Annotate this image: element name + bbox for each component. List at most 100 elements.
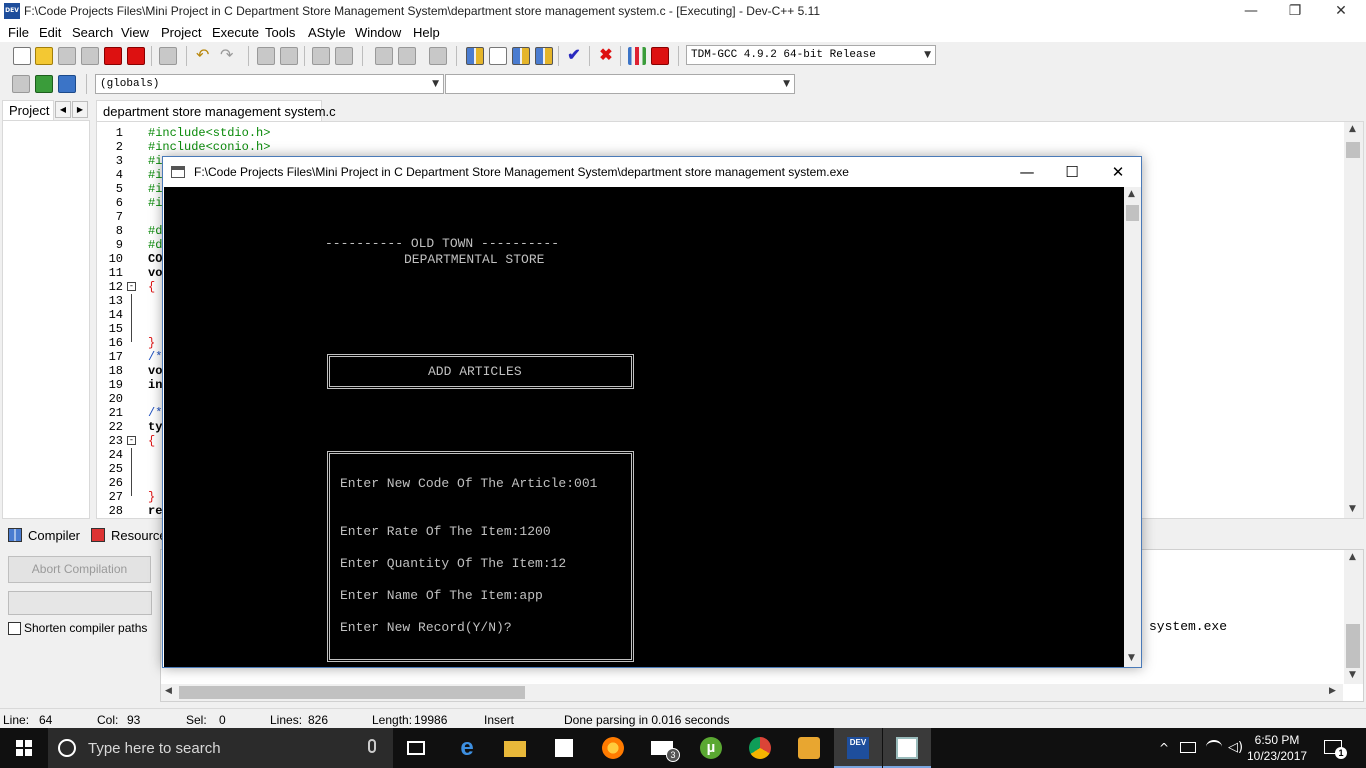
- find-icon[interactable]: [257, 47, 275, 65]
- console-window[interactable]: F:\Code Projects Files\Mini Project in C…: [162, 156, 1142, 668]
- save-all-icon[interactable]: [81, 47, 99, 65]
- goto-declaration-icon[interactable]: [35, 75, 53, 93]
- menu-tools[interactable]: Tools: [265, 25, 295, 40]
- chevron-right-icon[interactable]: ▶: [1329, 686, 1336, 696]
- delete-profile-icon[interactable]: [651, 47, 669, 65]
- editor-vertical-scrollbar[interactable]: ▲ ▼: [1344, 122, 1363, 518]
- scrollbar-thumb[interactable]: [1346, 142, 1360, 158]
- toggle-comment-icon[interactable]: [429, 47, 447, 65]
- syntax-check-icon[interactable]: ✔: [565, 47, 583, 65]
- system-clock[interactable]: 6:50 PM 10/23/2017: [1247, 732, 1307, 764]
- goto-line-icon[interactable]: [312, 47, 330, 65]
- chevron-right-icon[interactable]: ▶: [72, 101, 88, 118]
- taskbar-media-player[interactable]: [785, 728, 833, 768]
- fold-toggle-icon[interactable]: -: [127, 436, 136, 445]
- fold-toggle-icon[interactable]: -: [127, 282, 136, 291]
- taskbar-firefox[interactable]: [589, 728, 637, 768]
- compile-icon[interactable]: [466, 47, 484, 65]
- taskbar-edge[interactable]: e: [443, 728, 491, 768]
- menu-file[interactable]: File: [8, 25, 29, 40]
- console-close-button[interactable]: ✕: [1095, 157, 1141, 187]
- task-view-button[interactable]: [394, 728, 442, 768]
- taskbar-mail[interactable]: 3: [638, 728, 686, 768]
- profile-icon[interactable]: [628, 47, 646, 65]
- close-file-icon[interactable]: [104, 47, 122, 65]
- project-tree[interactable]: [2, 120, 90, 519]
- menu-view[interactable]: View: [121, 25, 149, 40]
- bookmark-icon[interactable]: [335, 47, 353, 65]
- taskbar-search[interactable]: Type here to search: [48, 728, 393, 768]
- chevron-left-icon[interactable]: ◀: [55, 101, 71, 118]
- close-all-icon[interactable]: [127, 47, 145, 65]
- redo-icon[interactable]: ↷: [220, 47, 238, 65]
- log-vertical-scrollbar[interactable]: ▲ ▼: [1344, 550, 1363, 684]
- scope-select[interactable]: (globals) ▼: [95, 74, 444, 94]
- scrollbar-thumb[interactable]: [1346, 624, 1360, 668]
- microphone-icon[interactable]: [368, 739, 376, 753]
- minimize-button[interactable]: —: [1228, 0, 1274, 22]
- prompt-article-code: Enter New Code Of The Article:001: [340, 476, 598, 491]
- menu-execute[interactable]: Execute: [212, 25, 259, 40]
- log-horizontal-scrollbar[interactable]: ◀ ▶: [161, 684, 1343, 701]
- rebuild-all-icon[interactable]: [535, 47, 553, 65]
- indent-icon[interactable]: [375, 47, 393, 65]
- line-number: 10: [108, 252, 123, 266]
- close-button[interactable]: ✕: [1318, 0, 1364, 22]
- volume-icon[interactable]: ◁): [1228, 728, 1243, 768]
- tray-overflow-icon[interactable]: ^: [1156, 728, 1172, 768]
- taskbar-console[interactable]: [883, 728, 931, 768]
- action-center-icon[interactable]: 1: [1324, 740, 1347, 759]
- taskbar-chrome[interactable]: [736, 728, 784, 768]
- goto-definition-icon[interactable]: [58, 75, 76, 93]
- menu-project[interactable]: Project: [161, 25, 201, 40]
- save-icon[interactable]: [58, 47, 76, 65]
- taskbar-file-explorer[interactable]: [491, 728, 539, 768]
- chevron-left-icon[interactable]: ◀: [165, 686, 172, 696]
- unindent-icon[interactable]: [398, 47, 416, 65]
- menu-help[interactable]: Help: [413, 25, 440, 40]
- tab-source-file[interactable]: department store management system.c: [96, 100, 336, 122]
- store-header-line2: DEPARTMENTAL STORE: [404, 252, 545, 267]
- chevron-down-icon[interactable]: ▼: [1128, 653, 1135, 663]
- chevron-down-icon[interactable]: ▼: [1349, 670, 1356, 680]
- menu-search[interactable]: Search: [72, 25, 113, 40]
- insert-icon[interactable]: [12, 75, 30, 93]
- compile-run-icon[interactable]: [512, 47, 530, 65]
- abort-compilation-button[interactable]: Abort Compilation: [8, 556, 151, 583]
- console-output[interactable]: ---------- OLD TOWN ---------- DEPARTMEN…: [164, 187, 1124, 667]
- taskbar-store[interactable]: [540, 728, 588, 768]
- open-file-icon[interactable]: [35, 47, 53, 65]
- mail-badge: 3: [666, 748, 680, 762]
- console-minimize-button[interactable]: —: [1004, 157, 1050, 187]
- menu-edit[interactable]: Edit: [39, 25, 61, 40]
- tab-resources[interactable]: Resources: [91, 528, 173, 548]
- scrollbar-thumb[interactable]: [179, 686, 525, 699]
- battery-icon[interactable]: [1180, 742, 1196, 753]
- start-button[interactable]: [0, 728, 48, 768]
- taskbar-utorrent[interactable]: µ: [687, 728, 735, 768]
- stop-execution-icon[interactable]: ✖: [597, 47, 615, 65]
- chevron-up-icon[interactable]: ▲: [1349, 124, 1356, 134]
- chevron-down-icon[interactable]: ▼: [1349, 504, 1356, 514]
- console-vertical-scrollbar[interactable]: ▲ ▼: [1124, 187, 1141, 667]
- compiler-select[interactable]: TDM-GCC 4.9.2 64-bit Release ▼: [686, 45, 936, 65]
- wifi-icon[interactable]: [1206, 740, 1222, 754]
- menu-astyle[interactable]: AStyle: [308, 25, 346, 40]
- menu-window[interactable]: Window: [355, 25, 401, 40]
- tab-compiler[interactable]: Compiler: [8, 528, 80, 548]
- restore-button[interactable]: ❐: [1272, 0, 1318, 22]
- taskbar-devcpp[interactable]: DEV: [834, 728, 882, 768]
- new-file-icon[interactable]: [13, 47, 31, 65]
- chevron-up-icon[interactable]: ▲: [1128, 189, 1135, 199]
- console-maximize-button[interactable]: ☐: [1049, 157, 1095, 187]
- scrollbar-thumb[interactable]: [1126, 205, 1139, 221]
- member-select[interactable]: ▼: [445, 74, 795, 94]
- undo-icon[interactable]: ↶: [196, 47, 214, 65]
- print-icon[interactable]: [159, 47, 177, 65]
- shorten-paths-checkbox[interactable]: [8, 622, 21, 635]
- run-icon[interactable]: [489, 47, 507, 65]
- replace-icon[interactable]: [280, 47, 298, 65]
- chevron-up-icon[interactable]: ▲: [1349, 552, 1356, 562]
- tab-project[interactable]: Project: [2, 100, 54, 120]
- console-title-bar[interactable]: F:\Code Projects Files\Mini Project in C…: [163, 157, 1141, 187]
